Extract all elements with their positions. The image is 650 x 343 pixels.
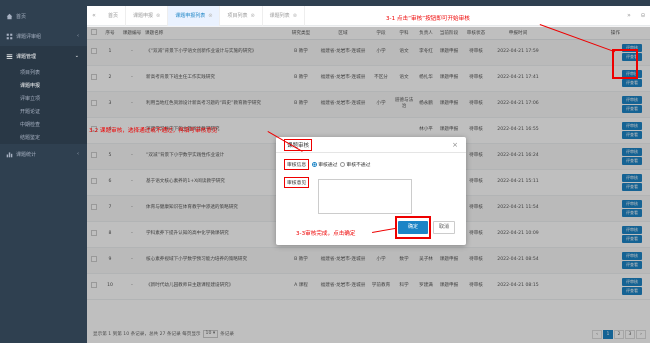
close-icon[interactable]: ⊗ bbox=[208, 13, 212, 19]
tab-project-list[interactable]: 项目列表 ⊗ bbox=[220, 5, 263, 26]
sidebar-item-review[interactable]: 课题评审组 ‹ bbox=[0, 26, 87, 46]
close-icon[interactable]: ⊗ bbox=[250, 13, 254, 19]
sidebar-item-label: 首页 bbox=[16, 13, 27, 20]
sidebar-item-label: 课题统计 bbox=[16, 151, 37, 158]
grid-icon bbox=[6, 33, 13, 39]
list-icon bbox=[6, 53, 13, 59]
sidebar-item-manage[interactable]: 课题管理 ⌄ bbox=[0, 46, 87, 66]
sidebar-item-home[interactable]: 首页 bbox=[0, 6, 87, 26]
dialog-header: 课题审核 × bbox=[276, 137, 466, 153]
sidebar-subitem[interactable]: 中期检查 bbox=[0, 118, 87, 131]
tab-topic-list[interactable]: 课题列表 ⊗ bbox=[263, 5, 305, 26]
tabs-bar: « 首页 课题申报 ⊗ 课题申报列表 ⊗ 项目列表 ⊗ 课题列表 ⊗ » ⊝ bbox=[87, 5, 650, 26]
bar-chart-icon bbox=[6, 151, 13, 157]
tabs-scroll-left-icon[interactable]: « bbox=[87, 12, 101, 19]
ok-button[interactable]: 确定 bbox=[398, 221, 428, 234]
tabs-scroll-right-icon[interactable]: » bbox=[622, 12, 636, 19]
annotation-step-3: 3-3审核完成，点击确定 bbox=[296, 231, 356, 237]
sidebar-subitem[interactable]: 开题论证 bbox=[0, 105, 87, 118]
tab-label: 课题申报 bbox=[133, 13, 154, 19]
radio-pass[interactable] bbox=[312, 162, 318, 167]
sidebar-item-stats[interactable]: 课题统计 ‹ bbox=[0, 144, 87, 164]
tabs-right-tools: » ⊝ bbox=[622, 12, 650, 19]
tab-label: 课题申报列表 bbox=[175, 13, 206, 19]
review-info-label: 审核信息 bbox=[284, 159, 310, 170]
review-info-row: 审核信息 审核通过 审核不通过 bbox=[284, 159, 370, 170]
annotation-step-2: 3-2 课题审核，选择通过或不通过，再填写审核意见 bbox=[89, 128, 218, 134]
tab-apply[interactable]: 课题申报 ⊗ bbox=[126, 5, 169, 26]
radio-pass-label: 审核通过 bbox=[318, 163, 338, 168]
close-icon[interactable]: × bbox=[452, 141, 458, 149]
tab-label: 项目列表 bbox=[227, 13, 248, 19]
home-icon bbox=[6, 13, 13, 19]
review-opinion-label: 审核意见 bbox=[284, 177, 310, 188]
tab-label: 课题列表 bbox=[269, 13, 290, 19]
sidebar-submenu: 项目列表 课题申报 评审立项 开题论证 中期检查 结题鉴定 bbox=[0, 66, 87, 144]
close-icon[interactable]: ⊗ bbox=[156, 13, 160, 19]
sidebar-subitem[interactable]: 评审立项 bbox=[0, 92, 87, 105]
review-opinion-row: 审核意见 bbox=[284, 177, 310, 188]
chevron-left-icon: ‹ bbox=[77, 33, 79, 39]
tab-apply-list[interactable]: 课题申报列表 ⊗ bbox=[168, 5, 221, 26]
sidebar-subitem[interactable]: 项目列表 bbox=[0, 66, 87, 79]
cancel-button[interactable]: 取消 bbox=[433, 221, 455, 234]
annotation-step-1: 3-1 点击“审核”按钮即可开始审核 bbox=[386, 16, 470, 22]
review-opinion-input[interactable] bbox=[318, 179, 412, 214]
chevron-left-icon: ‹ bbox=[77, 151, 79, 157]
tab-home[interactable]: 首页 bbox=[101, 5, 127, 26]
sidebar-subitem-active[interactable]: 课题申报 bbox=[0, 79, 87, 92]
sidebar-subitem[interactable]: 结题鉴定 bbox=[0, 131, 87, 144]
close-icon[interactable]: ⊗ bbox=[293, 13, 297, 19]
radio-fail[interactable] bbox=[340, 162, 346, 167]
sidebar-item-label: 课题评审组 bbox=[16, 33, 42, 40]
annotation-box-action bbox=[612, 49, 638, 79]
sidebar-item-label: 课题管理 bbox=[16, 53, 37, 60]
tab-label: 首页 bbox=[108, 13, 119, 19]
sidebar: 首页 课题评审组 ‹ 课题管理 ⌄ 项目列表 课题申报 评审立项 开题论证 中期… bbox=[0, 6, 87, 343]
radio-fail-label: 审核不通过 bbox=[346, 163, 371, 168]
close-tabs-icon[interactable]: ⊝ bbox=[636, 12, 650, 19]
chevron-down-icon: ⌄ bbox=[74, 53, 79, 59]
